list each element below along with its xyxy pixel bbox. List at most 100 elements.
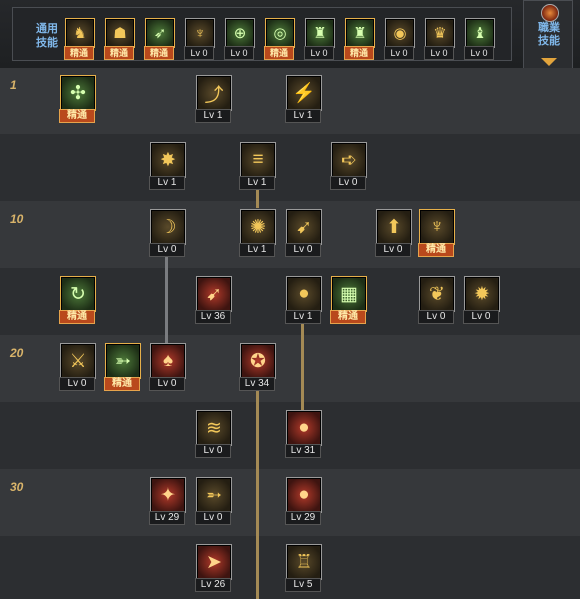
- target-icon: ◎: [265, 18, 295, 48]
- skill-level-badge: Lv 34: [239, 377, 275, 391]
- skill-connector: [256, 188, 259, 208]
- skill-slot[interactable]: ♖ Lv 5: [285, 544, 322, 592]
- skill-slot[interactable]: ♠ Lv 0: [149, 343, 186, 391]
- dropdown-arrow-icon[interactable]: [541, 58, 557, 66]
- common-skill[interactable]: ♛ Lv 0: [424, 18, 455, 60]
- skill-level-badge: 精通: [104, 377, 140, 391]
- skill-slot[interactable]: ● Lv 29: [285, 477, 322, 525]
- common-skill[interactable]: ♜ Lv 0: [304, 18, 335, 60]
- skill-slot[interactable]: ↻ 精通: [59, 276, 96, 324]
- skill-level-badge: Lv 0: [375, 243, 411, 257]
- dash-icon: ➶: [145, 18, 175, 48]
- common-skill[interactable]: ☗ 精通: [104, 18, 135, 60]
- bomb-icon: ✪: [240, 343, 276, 379]
- level-marker: 20: [10, 346, 24, 360]
- skill-slot[interactable]: ➹ Lv 36: [195, 276, 232, 324]
- barricade-icon: ▦: [331, 276, 367, 312]
- wings-icon: ♆: [185, 18, 215, 48]
- skill-level-badge: Lv 1: [195, 109, 231, 123]
- skill-level-badge: 精通: [144, 46, 174, 60]
- skill-level-badge: 精通: [59, 109, 95, 123]
- rocket-icon: ➤: [196, 544, 232, 580]
- skill-connector: [256, 390, 259, 599]
- level-marker: 30: [10, 480, 24, 494]
- skill-level-badge: Lv 0: [418, 310, 454, 324]
- skill-level-badge: Lv 29: [149, 511, 185, 525]
- skill-level-badge: Lv 29: [285, 511, 321, 525]
- skill-level-badge: Lv 0: [195, 511, 231, 525]
- skill-level-badge: 精通: [104, 46, 134, 60]
- turret-icon: ♖: [286, 544, 322, 580]
- skill-level-badge: Lv 0: [184, 46, 214, 60]
- arrow-strike-icon: ➹: [286, 209, 322, 245]
- skill-slot[interactable]: ✪ Lv 34: [239, 343, 276, 391]
- common-skill[interactable]: ➶ 精通: [144, 18, 175, 60]
- skill-slot[interactable]: ⚡ Lv 1: [285, 75, 322, 123]
- job-skills-tab[interactable]: 職業 技能: [523, 0, 573, 70]
- tree-row: [0, 134, 580, 201]
- skill-slot[interactable]: ● Lv 1: [285, 276, 322, 324]
- skill-slot[interactable]: ⤴ Lv 1: [195, 75, 232, 123]
- skill-connector: [165, 256, 168, 344]
- skill-slot[interactable]: ➪ Lv 0: [330, 142, 367, 190]
- eye-icon: ◉: [385, 18, 415, 48]
- bullet-icon: ➪: [331, 142, 367, 178]
- skill-level-badge: Lv 0: [59, 377, 95, 391]
- skill-slot[interactable]: ♆ 精通: [418, 209, 455, 257]
- skill-slot[interactable]: ● Lv 31: [285, 410, 322, 458]
- uplift-icon: ⬆: [376, 209, 412, 245]
- skill-slot[interactable]: ☽ Lv 0: [149, 209, 186, 257]
- skill-slot[interactable]: ≡ Lv 1: [239, 142, 276, 190]
- skill-slot[interactable]: ⬆ Lv 0: [375, 209, 412, 257]
- skill-level-badge: Lv 26: [195, 578, 231, 592]
- crosshair-icon: ⊕: [225, 18, 255, 48]
- common-skill[interactable]: ◉ Lv 0: [384, 18, 415, 60]
- skill-level-badge: Lv 0: [149, 243, 185, 257]
- top-bar: 通用 技能 ♞ 精通 ☗ 精通 ➶ 精通 ♆ Lv 0 ⊕ Lv 0 ◎ 精通 ♜ Lv 0 ♜ 精通 ◉ Lv …: [0, 0, 580, 70]
- power-icon: ♛: [425, 18, 455, 48]
- skill-level-badge: 精通: [59, 310, 95, 324]
- skill-slot[interactable]: ➹ Lv 0: [285, 209, 322, 257]
- flame-shot-icon: ✦: [150, 477, 186, 513]
- common-skill[interactable]: ♜ 精通: [344, 18, 375, 60]
- skill-level-badge: Lv 0: [304, 46, 334, 60]
- common-skill[interactable]: ◎ 精通: [264, 18, 295, 60]
- axe-icon: ♠: [150, 343, 186, 379]
- burst-icon: ✸: [150, 142, 186, 178]
- skill-slot[interactable]: ❦ Lv 0: [418, 276, 455, 324]
- skill-slot[interactable]: ✦ Lv 29: [149, 477, 186, 525]
- skill-slot[interactable]: ✣ 精通: [59, 75, 96, 123]
- common-skills-label: 通用 技能: [36, 23, 58, 49]
- soldier-gear-icon: ♜: [345, 18, 375, 48]
- common-skill[interactable]: ♝ Lv 0: [464, 18, 495, 60]
- skill-slot[interactable]: ✹ Lv 0: [463, 276, 500, 324]
- uppercut-icon: ⤴: [196, 75, 232, 111]
- kick-icon: ⚡: [286, 75, 322, 111]
- skill-slot[interactable]: ⚔ Lv 0: [59, 343, 96, 391]
- level-marker: 1: [10, 78, 17, 92]
- skill-slot[interactable]: ✺ Lv 1: [239, 209, 276, 257]
- common-skill[interactable]: ♞ 精通: [64, 18, 95, 60]
- soldier-icon: ♜: [305, 18, 335, 48]
- common-skill[interactable]: ♆ Lv 0: [184, 18, 215, 60]
- skill-slot[interactable]: ➤ Lv 26: [195, 544, 232, 592]
- skill-slot[interactable]: ≋ Lv 0: [195, 410, 232, 458]
- skill-level-badge: Lv 0: [195, 444, 231, 458]
- grenade-icon: ●: [286, 276, 322, 312]
- wolf-howl-icon: ♆: [419, 209, 455, 245]
- common-skill[interactable]: ⊕ Lv 0: [224, 18, 255, 60]
- ground-blast-icon: ✹: [464, 276, 500, 312]
- skill-level-badge: Lv 1: [285, 109, 321, 123]
- rapid-fire-icon: ≡: [240, 142, 276, 178]
- skill-slot[interactable]: ✸ Lv 1: [149, 142, 186, 190]
- skill-slot[interactable]: ➳ 精通: [104, 343, 141, 391]
- job-skills-label: 職業 技能: [538, 22, 560, 47]
- skill-slot[interactable]: ▦ 精通: [330, 276, 367, 324]
- job-emblem-icon: [541, 4, 559, 22]
- skill-level-badge: Lv 1: [149, 176, 185, 190]
- skill-slot[interactable]: ➵ Lv 0: [195, 477, 232, 525]
- shot-burst-icon: ✺: [240, 209, 276, 245]
- skill-level-badge: Lv 0: [384, 46, 414, 60]
- skill-level-badge: Lv 36: [195, 310, 231, 324]
- skill-level-badge: 精通: [344, 46, 374, 60]
